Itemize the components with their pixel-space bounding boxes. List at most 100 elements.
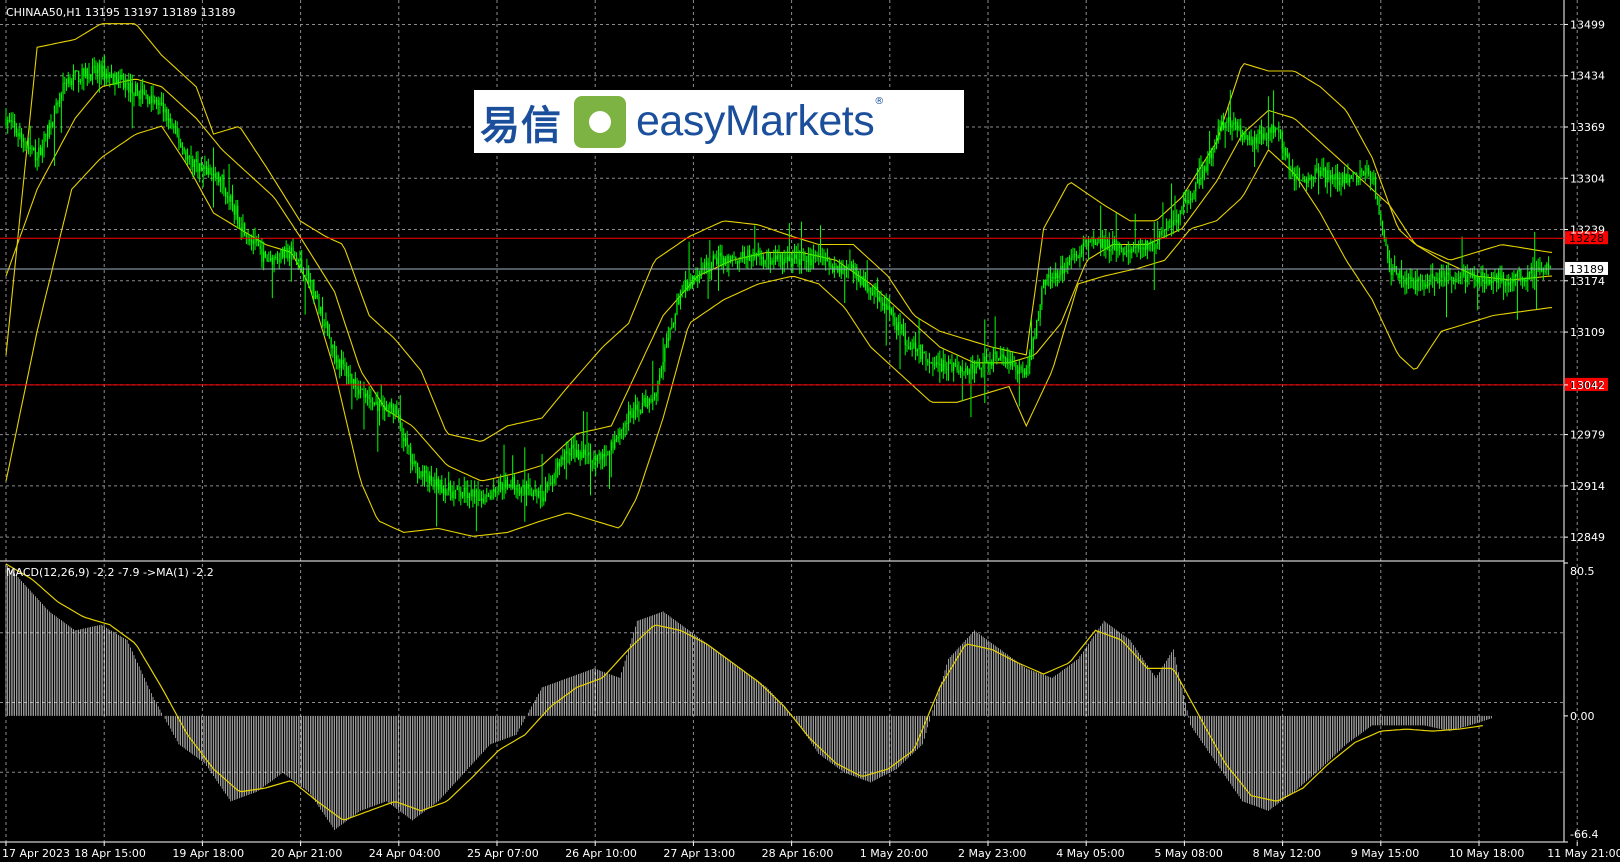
candle-body [226, 196, 228, 198]
candle-body [1459, 276, 1461, 279]
candle-body [1146, 240, 1148, 250]
candle-body [78, 70, 80, 83]
candle-body [780, 254, 782, 262]
candle-body [1451, 276, 1453, 279]
candle-body [1292, 168, 1294, 175]
candle-body [31, 148, 33, 150]
candle-body [956, 364, 958, 371]
candle-body [231, 195, 234, 206]
candle-body [1157, 240, 1159, 245]
candle-body [897, 322, 899, 331]
candle-body [643, 397, 645, 403]
candle-body [693, 276, 695, 281]
candle-body [671, 327, 673, 329]
candle-body [423, 470, 426, 477]
candle-body [672, 324, 675, 328]
candle-body [812, 254, 815, 259]
candle-body [1274, 128, 1276, 133]
candle-body [1174, 219, 1176, 221]
candle-body [553, 478, 555, 483]
candle-body [615, 439, 618, 441]
candle-body [1515, 274, 1517, 277]
candle-body [911, 347, 913, 350]
candle-body [669, 328, 671, 338]
candle-body [1392, 267, 1394, 276]
candle-body [932, 361, 934, 366]
candle-body [653, 396, 656, 399]
candle-body [1122, 247, 1124, 256]
candle-body [289, 254, 291, 259]
candle-body [681, 291, 683, 293]
candle-body [1023, 371, 1026, 375]
candle-body [806, 261, 808, 263]
candle-body [771, 260, 773, 265]
candle-body [1234, 121, 1237, 123]
candle-body [638, 409, 640, 412]
candle-body [735, 256, 737, 261]
candle-body [1416, 278, 1418, 291]
candle-body [207, 167, 209, 175]
candle-body [570, 444, 573, 456]
candle-body [276, 258, 279, 261]
candle-body [396, 405, 398, 416]
candle-body [930, 361, 932, 363]
candle-body [650, 398, 652, 403]
candle-body [484, 495, 486, 503]
candle-body [975, 366, 977, 374]
candle-body [1445, 272, 1448, 282]
candle-body [1435, 277, 1437, 280]
candle-body [1105, 239, 1107, 249]
candle-body [505, 479, 507, 489]
candle-body [347, 375, 350, 377]
candle-body [1030, 349, 1033, 352]
candle-body [1480, 271, 1482, 278]
candle-body [1086, 243, 1088, 246]
candle-body [1307, 179, 1309, 184]
candle-body [1100, 237, 1102, 248]
candle-body [53, 105, 56, 123]
candle-body [1466, 274, 1468, 283]
candle-body [1342, 174, 1344, 184]
candle-body [572, 444, 574, 449]
candle-body [186, 156, 189, 160]
candle-body [811, 258, 813, 266]
time-axis-label: 27 Apr 13:00 [663, 847, 735, 860]
candle-body [664, 347, 666, 363]
candle-body [190, 156, 192, 159]
candle-body [588, 452, 590, 456]
candle-body [1162, 230, 1164, 232]
candle-body [384, 406, 386, 411]
candle-body [1473, 272, 1475, 280]
candle-body [679, 292, 682, 305]
candle-body [408, 445, 410, 448]
candle-body [712, 255, 714, 267]
candle-body [873, 289, 875, 295]
candle-body [937, 362, 939, 365]
candle-body [1468, 274, 1470, 276]
candle-body [24, 142, 26, 148]
candle-body [161, 102, 163, 104]
candle-body [1188, 200, 1190, 204]
candle-body [1281, 133, 1283, 150]
candle-body [1361, 170, 1363, 172]
candle-body [178, 135, 180, 144]
time-axis-label: 18 Apr 15:00 [74, 847, 146, 860]
candle-body [1079, 253, 1081, 259]
candle-body [333, 344, 336, 356]
candle-body [1074, 253, 1076, 255]
candle-body [36, 158, 38, 161]
candle-body [814, 254, 816, 256]
candle-body [1264, 133, 1266, 139]
candle-body [373, 402, 375, 405]
candle-body [1260, 130, 1263, 140]
candle-body [349, 373, 351, 376]
candle-body [136, 84, 139, 91]
candle-body [150, 95, 152, 104]
candle-body [821, 256, 823, 258]
candle-body [216, 173, 218, 179]
candle-body [1042, 280, 1045, 288]
candle-body [157, 99, 159, 105]
candle-body [282, 249, 284, 258]
candle-body [1184, 199, 1186, 202]
candle-body [245, 235, 247, 237]
